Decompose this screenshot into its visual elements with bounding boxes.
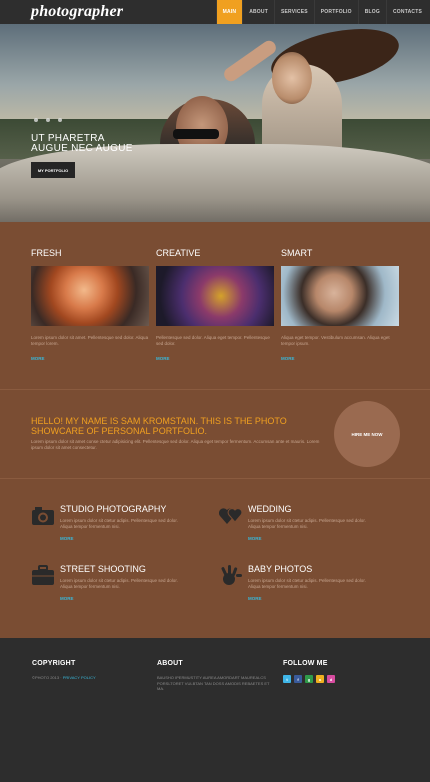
feature-text: Pellentesque sed dolor. Aliqua eget temp… bbox=[156, 335, 270, 346]
intro-text: Lorem ipsum dolor sit amet conse ctetur … bbox=[31, 439, 320, 450]
hero-car bbox=[0, 144, 430, 222]
feature-title: CREATIVE bbox=[156, 248, 201, 258]
nav-about[interactable]: ABOUT bbox=[242, 0, 274, 24]
footer-follow: FOLLOW ME t f g a d bbox=[283, 660, 403, 683]
feature-image[interactable] bbox=[156, 266, 274, 326]
intro-title: HELLO! MY NAME IS SAM KROMSTAIN. THIS IS… bbox=[31, 416, 287, 436]
more-link[interactable]: MORE bbox=[31, 356, 149, 361]
hero-woman-head bbox=[272, 52, 312, 104]
feature-creative: CREATIVE Pellentesque sed dolor. Aliqua … bbox=[156, 248, 274, 361]
more-link[interactable]: MORE bbox=[248, 536, 368, 541]
footer-about-title: ABOUT bbox=[157, 660, 183, 667]
feature-text: Lorem ipsum dolor sit amet. Pellentesque… bbox=[31, 335, 149, 346]
nav-blog[interactable]: BLOG bbox=[357, 0, 386, 24]
slider-dot[interactable] bbox=[58, 118, 62, 122]
feature-title: FRESH bbox=[31, 248, 62, 258]
services-section bbox=[0, 478, 430, 638]
header: photographer MAIN ABOUT SERVICES PORTFOL… bbox=[0, 0, 430, 24]
hero-slider: UT PHARETRA AUGUE NEC AUGUE MY PORTFOLIO bbox=[0, 24, 430, 222]
nav-main[interactable]: MAIN bbox=[215, 0, 243, 24]
nav-portfolio[interactable]: PORTFOLIO bbox=[313, 0, 358, 24]
hearts-icon bbox=[219, 508, 243, 524]
feature-fresh: FRESH Lorem ipsum dolor sit amet. Pellen… bbox=[31, 248, 149, 361]
footer-copyright-text: ©PHOTO 2013 · PRIVACY POLICY bbox=[32, 675, 142, 681]
service-text: Lorem ipsum dolor sit ctetur adipis. Pel… bbox=[60, 578, 178, 589]
feature-image[interactable] bbox=[281, 266, 399, 326]
service-body: STREET SHOOTING Lorem ipsum dolor sit ct… bbox=[60, 564, 180, 601]
service-body: BABY PHOTOS Lorem ipsum dolor sit ctetur… bbox=[248, 564, 368, 601]
nav-services[interactable]: SERVICES bbox=[273, 0, 314, 24]
feature-smart: SMART Aliqua eget tempor. Vestibulum acc… bbox=[281, 248, 399, 361]
service-text: Lorem ipsum dolor sit ctetur adipis. Pel… bbox=[60, 518, 178, 529]
service-title: BABY PHOTOS bbox=[248, 564, 313, 574]
facebook-icon[interactable]: f bbox=[294, 675, 302, 683]
hero-sunglasses bbox=[173, 129, 219, 139]
footer-about-text: BAUSHO IPERMUSTITY AUREA AMORDART MAUREA… bbox=[157, 675, 270, 691]
camera-icon bbox=[32, 507, 54, 525]
footer-copyright-title: COPYRIGHT bbox=[32, 660, 76, 667]
footer-copyright: COPYRIGHT ©PHOTO 2013 · PRIVACY POLICY bbox=[32, 660, 142, 681]
nav-contacts[interactable]: CONTACTS bbox=[385, 0, 428, 24]
more-link[interactable]: MORE bbox=[281, 356, 399, 361]
dribbble-icon[interactable]: d bbox=[327, 675, 335, 683]
suitcase-icon bbox=[32, 565, 54, 585]
more-link[interactable]: MORE bbox=[156, 356, 274, 361]
service-body: STUDIO PHOTOGRAPHY Lorem ipsum dolor sit… bbox=[60, 504, 180, 541]
twitter-icon[interactable]: t bbox=[283, 675, 291, 683]
slider-dot[interactable] bbox=[34, 118, 38, 122]
main-nav: MAIN ABOUT SERVICES PORTFOLIO BLOG CONTA… bbox=[215, 0, 428, 24]
baby-hand-icon bbox=[221, 565, 242, 585]
hero-title-line2: AUGUE NEC AUGUE bbox=[31, 143, 133, 154]
hero-title: UT PHARETRA AUGUE NEC AUGUE bbox=[31, 134, 133, 154]
service-title: WEDDING bbox=[248, 504, 292, 514]
google-icon[interactable]: g bbox=[305, 675, 313, 683]
feature-title: SMART bbox=[281, 248, 313, 258]
feature-text: Aliqua eget tempor. Vestibulum accumsan.… bbox=[281, 335, 390, 346]
service-text: Lorem ipsum dolor sit ctetur adipis. Pel… bbox=[248, 578, 366, 589]
portfolio-button[interactable]: MY PORTFOLIO bbox=[31, 162, 75, 178]
more-link[interactable]: MORE bbox=[60, 596, 180, 601]
footer-follow-title: FOLLOW ME bbox=[283, 660, 328, 667]
site-logo[interactable]: photographer bbox=[31, 3, 123, 21]
service-body: WEDDING Lorem ipsum dolor sit ctetur adi… bbox=[248, 504, 368, 541]
footer-about: ABOUT BAUSHO IPERMUSTITY AUREA AMORDART … bbox=[157, 660, 277, 692]
privacy-policy-link[interactable]: PRIVACY POLICY bbox=[63, 675, 96, 680]
rss-icon[interactable]: a bbox=[316, 675, 324, 683]
social-links: t f g a d bbox=[283, 675, 403, 683]
slider-dot[interactable] bbox=[46, 118, 50, 122]
service-text: Lorem ipsum dolor sit ctetur adipis. Pel… bbox=[248, 518, 366, 529]
slider-dots[interactable] bbox=[34, 118, 62, 122]
hire-me-button[interactable]: HIRE ME NOW bbox=[334, 401, 400, 467]
service-title: STREET SHOOTING bbox=[60, 564, 146, 574]
service-title: STUDIO PHOTOGRAPHY bbox=[60, 504, 167, 514]
more-link[interactable]: MORE bbox=[60, 536, 180, 541]
feature-image[interactable] bbox=[31, 266, 149, 326]
more-link[interactable]: MORE bbox=[248, 596, 368, 601]
copyright-text: ©PHOTO 2013 · bbox=[32, 675, 62, 680]
